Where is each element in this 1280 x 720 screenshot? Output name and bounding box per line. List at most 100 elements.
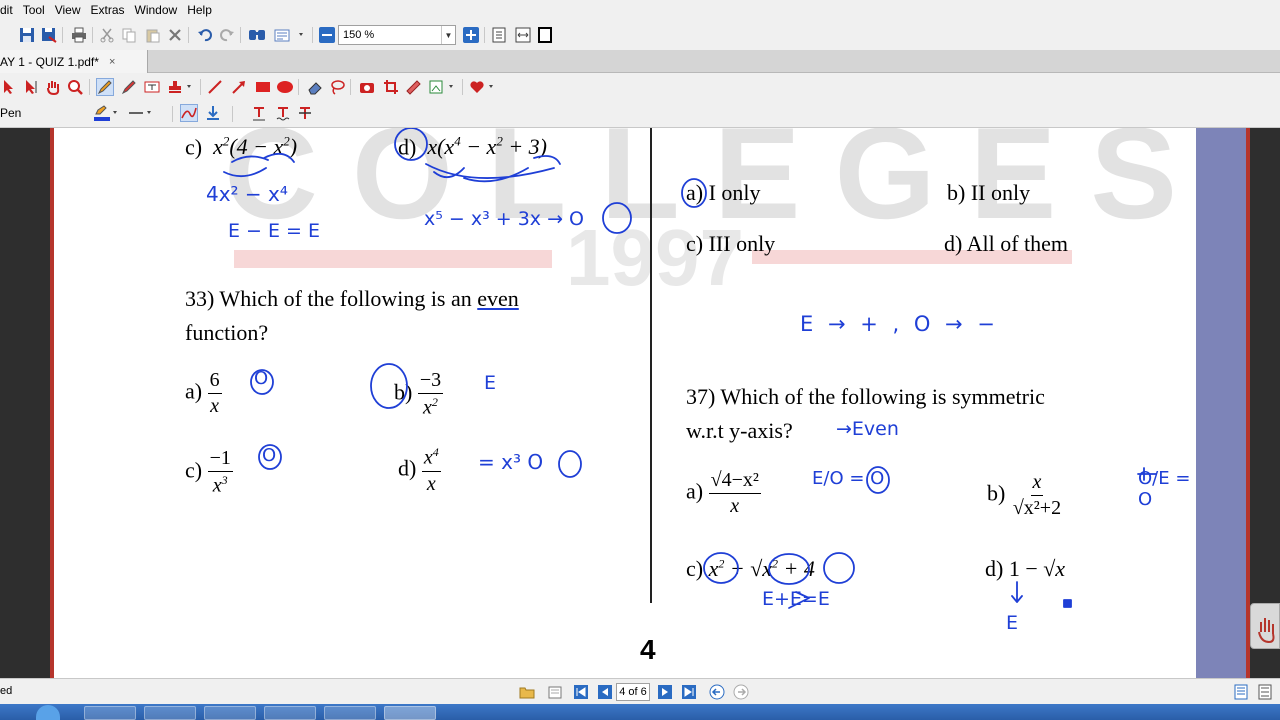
ink-q37-c: E+E=E [762,588,830,610]
document-viewport[interactable]: COLLEGES 1997 c) x2(4 − x2) d) x(x4 − x2… [0,128,1280,678]
side-panel [1196,128,1246,678]
ink-c-expansion: 4x² − x⁴ [206,182,288,206]
page-number-value: 4 of 6 [619,686,647,698]
status-bar: ed 4 of 6 [0,678,1280,704]
ink-circle-d-top [394,128,428,161]
hand-grip-handle[interactable] [1250,603,1280,649]
delete-icon[interactable] [166,26,184,44]
menu-view[interactable]: View [55,3,87,17]
ink-q33-c: O [262,445,277,466]
favorites-heart-icon[interactable] [468,78,498,96]
stamp-tool-icon[interactable] [166,78,196,96]
zoom-level-select[interactable]: 150 % ▼ [338,25,456,45]
smooth-stroke-icon[interactable] [180,104,198,122]
print-icon[interactable] [70,26,88,44]
ink-circle-q33-d [558,450,582,478]
menu-window[interactable]: Window [135,3,184,17]
highlighter-icon[interactable] [120,78,138,96]
pen-tool-icon[interactable] [96,78,114,96]
single-page-view-icon[interactable] [1232,683,1250,701]
ink-q33-b: E [484,372,497,394]
text-strikeout-icon[interactable] [296,104,314,122]
taskbar-app-3[interactable] [204,706,256,720]
line-tool-icon[interactable] [206,78,224,96]
add-image-dropdown[interactable] [428,78,458,96]
zoom-in-icon[interactable] [462,26,480,44]
taskbar-app-1[interactable] [84,706,136,720]
eraser-icon[interactable] [306,78,324,96]
fullscreen-icon[interactable] [536,26,554,44]
page-number-input[interactable]: 4 of 6 [616,683,650,701]
taskbar-app-2[interactable] [144,706,196,720]
menu-tool[interactable]: Tool [23,3,51,17]
ink-annotations-layer[interactable] [54,128,1196,678]
folder-icon[interactable] [518,683,536,701]
continuous-view-icon[interactable] [1256,683,1274,701]
ink-circle-a-right [681,178,707,208]
tool-label: Pen [0,106,22,120]
chevron-down-icon[interactable]: ▼ [441,26,455,44]
prev-page-icon[interactable] [596,683,614,701]
ink-q37-a: E/O = O [812,468,885,489]
status-text: ed [0,685,13,697]
ink-q33-a: O [254,368,269,389]
document-tab-bar: AY 1 - QUIZ 1.pdf* × [0,50,1280,73]
find-icon[interactable] [248,26,266,44]
save-icon[interactable] [18,26,36,44]
cut-icon[interactable] [98,26,116,44]
ink-q37-b: O/E = O [1138,468,1191,510]
ink-c-parity: E − E = E [228,220,321,242]
crop-icon[interactable] [382,78,400,96]
text-box-icon[interactable] [143,78,161,96]
page-layout-dropdown[interactable] [272,26,308,44]
first-page-icon[interactable] [572,683,590,701]
menu-extras[interactable]: Extras [91,3,131,17]
menu-help[interactable]: Help [187,3,218,17]
taskbar-app-5[interactable] [324,706,376,720]
taskbar-app-4[interactable] [264,706,316,720]
menu-edit[interactable]: dit [0,3,19,17]
flatten-icon[interactable] [204,104,222,122]
next-page-icon[interactable] [656,683,674,701]
save-as-icon[interactable] [40,26,58,44]
ellipse-tool-icon[interactable] [276,78,294,96]
ink-color-dropdown[interactable] [92,104,122,122]
document-tab[interactable]: AY 1 - QUIZ 1.pdf* × [0,50,148,73]
paste-icon[interactable] [144,26,162,44]
select-text-icon[interactable] [22,78,40,96]
forward-icon[interactable] [732,683,750,701]
arrow-tool-icon[interactable] [230,78,248,96]
ink-circle-zero [602,202,632,234]
back-icon[interactable] [708,683,726,701]
ink-d-expansion: x⁵ − x³ + 3x → O [424,208,585,230]
zoom-tool-icon[interactable] [66,78,84,96]
hand-tool-icon[interactable] [44,78,62,96]
redo-icon[interactable] [218,26,236,44]
fit-width-icon[interactable] [514,26,532,44]
fit-page-icon[interactable] [490,26,508,44]
close-icon[interactable]: × [109,56,115,68]
document-tab-title: AY 1 - QUIZ 1.pdf* [0,54,99,69]
ink-q37-d: E [1006,612,1019,634]
rectangle-tool-icon[interactable] [254,78,272,96]
zoom-out-icon[interactable] [318,26,336,44]
text-underline-icon[interactable] [250,104,268,122]
snapshot-icon[interactable] [358,78,376,96]
pdf-page[interactable]: COLLEGES 1997 c) x2(4 − x2) d) x(x4 − x2… [54,128,1196,678]
undo-icon[interactable] [196,26,214,44]
windows-taskbar [0,704,1280,720]
bookmark-icon[interactable] [546,683,564,701]
line-width-dropdown[interactable] [126,104,156,122]
start-button-icon[interactable] [36,705,60,720]
copy-icon[interactable] [120,26,138,44]
zoom-level-value: 150 % [343,29,375,41]
select-arrow-icon[interactable] [0,78,18,96]
pdf-editor-window: dit Tool View Extras Window Help 150 % ▼… [0,0,1280,720]
lasso-icon[interactable] [328,78,346,96]
last-page-icon[interactable] [680,683,698,701]
measure-icon[interactable] [404,78,422,96]
ink-circle-q33-b [370,363,408,409]
taskbar-app-6[interactable] [384,706,436,720]
text-squiggly-icon[interactable] [274,104,292,122]
main-toolbar: 150 % ▼ [0,22,1280,48]
